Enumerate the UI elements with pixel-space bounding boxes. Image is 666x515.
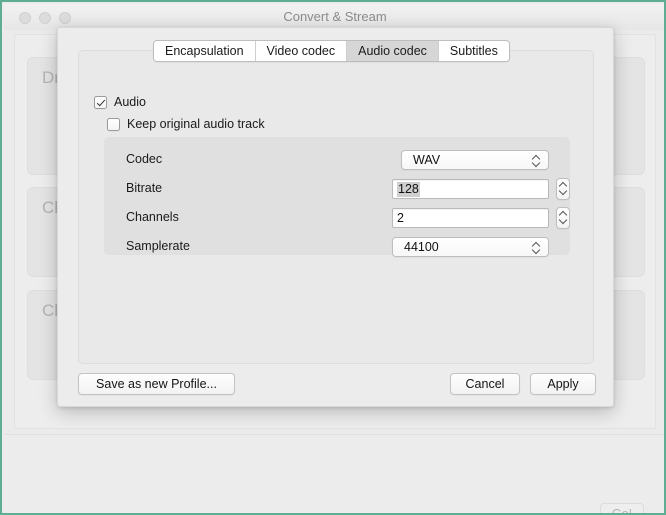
samplerate-value: 44100 xyxy=(404,240,439,255)
codec-settings-dialog: Encapsulation Video codec Audio codec Su… xyxy=(57,27,614,407)
stepper-arrows-icon xyxy=(559,212,568,225)
go-button[interactable]: Go! xyxy=(600,503,644,515)
audio-enable-checkbox-row[interactable]: Audio xyxy=(94,95,146,109)
samplerate-select[interactable]: 44100 xyxy=(392,237,549,257)
stepper-arrows-icon xyxy=(559,183,568,196)
window-title: Convert & Stream xyxy=(4,9,666,24)
bitrate-input[interactable]: 128 xyxy=(392,179,549,199)
bitrate-value: 128 xyxy=(397,182,420,197)
tab-encapsulation[interactable]: Encapsulation xyxy=(154,41,256,61)
screenshot-frame: Convert & Stream Dr Ch Ch Stream Save as… xyxy=(0,0,666,515)
bitrate-label: Bitrate xyxy=(126,181,162,195)
audio-settings-group: Codec WAV Bitrate 128 xyxy=(104,137,570,255)
audio-enable-label: Audio xyxy=(114,95,146,109)
cancel-button[interactable]: Cancel xyxy=(450,373,520,395)
codec-value: WAV xyxy=(413,153,440,168)
channels-stepper[interactable] xyxy=(556,207,570,229)
bitrate-stepper[interactable] xyxy=(556,178,570,200)
codec-field-row: Codec WAV xyxy=(104,149,570,171)
keep-original-track-checkbox-row[interactable]: Keep original audio track xyxy=(107,117,265,131)
codec-select[interactable]: WAV xyxy=(401,150,549,170)
tab-subtitles[interactable]: Subtitles xyxy=(439,41,509,61)
keep-original-track-label: Keep original audio track xyxy=(127,117,265,131)
tab-audio-codec[interactable]: Audio codec xyxy=(347,41,439,61)
codec-label: Codec xyxy=(126,152,162,166)
apply-button[interactable]: Apply xyxy=(530,373,596,395)
audio-codec-panel: Audio Keep original audio track Codec WA… xyxy=(78,50,594,364)
keep-original-track-checkbox[interactable] xyxy=(107,118,120,131)
bitrate-field-row: Bitrate 128 xyxy=(104,178,570,200)
audio-enable-checkbox[interactable] xyxy=(94,96,107,109)
codec-tab-bar: Encapsulation Video codec Audio codec Su… xyxy=(153,40,510,62)
samplerate-label: Samplerate xyxy=(126,239,190,253)
tab-video-codec[interactable]: Video codec xyxy=(256,41,348,61)
chevron-updown-icon xyxy=(532,154,541,167)
save-as-new-profile-button[interactable]: Save as new Profile... xyxy=(78,373,235,395)
window-footer: Go! xyxy=(4,434,666,515)
channels-input[interactable]: 2 xyxy=(392,208,549,228)
samplerate-field-row: Samplerate 44100 xyxy=(104,236,570,258)
chevron-updown-icon xyxy=(532,241,541,254)
channels-value: 2 xyxy=(397,211,404,226)
channels-label: Channels xyxy=(126,210,179,224)
channels-field-row: Channels 2 xyxy=(104,207,570,229)
